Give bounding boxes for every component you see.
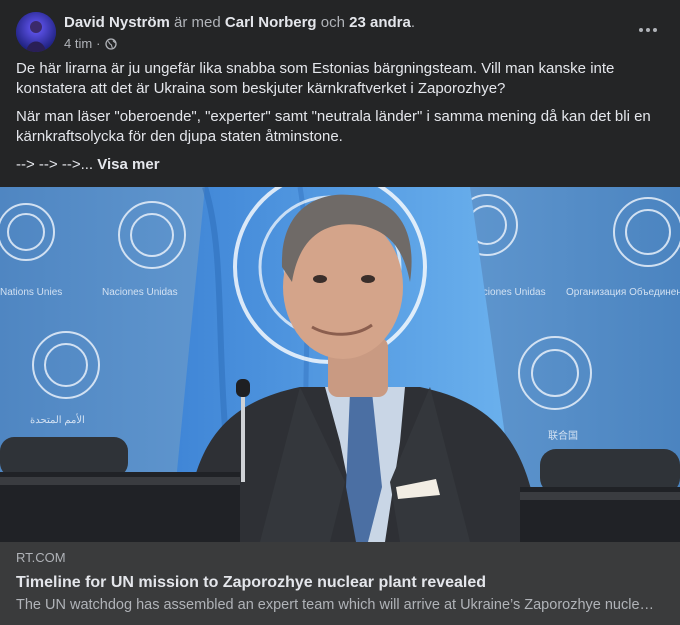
- link-domain: RT.COM: [16, 550, 66, 565]
- post-time[interactable]: 4 tim: [64, 35, 92, 53]
- tagged-others[interactable]: 23 andra: [349, 14, 411, 31]
- post-paragraph-2: När man läser "oberoende", "experter" sa…: [16, 108, 651, 145]
- backdrop-text-5: الأمم المتحدة: [30, 414, 85, 426]
- backdrop-text-6: 联合国: [548, 429, 578, 442]
- post-body: De här lirarna är ju ungefär lika snabba…: [16, 59, 656, 183]
- backdrop-text-2: Nations Unies: [0, 287, 62, 298]
- link-preview-image[interactable]: Naciones Unidas Nations Unies Naciones U…: [0, 187, 680, 542]
- author-name[interactable]: David Nyström: [64, 14, 170, 31]
- and-text: och: [320, 14, 345, 31]
- avatar-image: [16, 12, 56, 52]
- globe-icon[interactable]: [104, 38, 117, 50]
- post-subline: 4 tim ·: [64, 35, 624, 53]
- author-line: David Nyström är med Carl Norberg och 23…: [64, 13, 624, 33]
- arrows-text: --> --> -->...: [16, 156, 94, 173]
- tagged-person[interactable]: Carl Norberg: [225, 14, 317, 31]
- more-options-icon: [639, 28, 657, 32]
- author-avatar[interactable]: [16, 12, 56, 52]
- link-description: The UN watchdog has assembled an expert …: [16, 597, 656, 613]
- period: .: [410, 14, 415, 31]
- post-paragraph-1: De här lirarna är ju ungefär lika snabba…: [16, 60, 615, 97]
- link-title[interactable]: Timeline for UN mission to Zaporozhye nu…: [16, 572, 664, 594]
- post-card: David Nyström är med Carl Norberg och 23…: [0, 0, 680, 625]
- more-options-button[interactable]: [634, 18, 662, 42]
- link-preview-box[interactable]: RT.COM Timeline for UN mission to Zaporo…: [0, 542, 680, 625]
- post-meta: David Nyström är med Carl Norberg och 23…: [64, 13, 624, 53]
- dot-separator: ·: [96, 36, 101, 51]
- post-arrows-line: --> --> -->... Visa mer: [16, 155, 656, 175]
- post-header: David Nyström är med Carl Norberg och 23…: [16, 12, 664, 54]
- with-text: är med: [174, 14, 221, 31]
- backdrop-text-1: Naciones Unidas: [102, 287, 178, 298]
- backdrop-text-4: Организация Объединенных Наций: [566, 286, 680, 298]
- see-more-link[interactable]: Visa mer: [97, 156, 159, 173]
- un-press-photo: Naciones Unidas Nations Unies Naciones U…: [0, 187, 680, 542]
